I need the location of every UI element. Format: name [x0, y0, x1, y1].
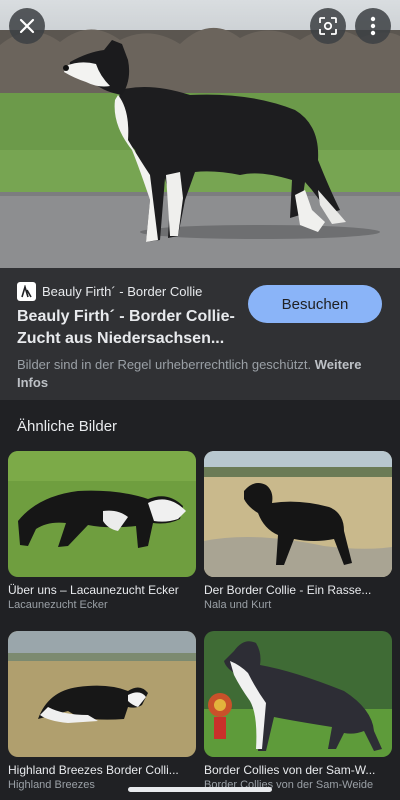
home-indicator[interactable]: [128, 787, 272, 792]
lens-icon: [319, 17, 337, 35]
main-image[interactable]: [0, 0, 400, 268]
close-icon: [19, 18, 35, 34]
lens-search-button[interactable]: [310, 8, 346, 44]
related-site: Lacaunezucht Ecker: [8, 599, 108, 611]
copyright-notice: Bilder sind in der Regel urheberrechtlic…: [17, 356, 383, 392]
related-thumbnail[interactable]: [8, 631, 196, 757]
related-image-card[interactable]: Der Border Collie - Ein Rasse... Nala un…: [204, 451, 392, 611]
source-name: Beauly Firth´ - Border Collie: [42, 284, 203, 299]
related-title: Der Border Collie - Ein Rasse...: [204, 583, 372, 597]
more-options-button[interactable]: [355, 8, 391, 44]
source-row[interactable]: Beauly Firth´ - Border Collie: [17, 282, 202, 301]
related-thumbnail[interactable]: [204, 451, 392, 577]
related-thumbnail[interactable]: [8, 451, 196, 577]
copyright-text: Bilder sind in der Regel urheberrechtlic…: [17, 357, 312, 372]
related-images-heading: Ähnliche Bilder: [17, 418, 118, 435]
result-info-panel: Beauly Firth´ - Border Collie Beauly Fir…: [0, 268, 400, 400]
page-title[interactable]: Beauly Firth´ - Border Collie-Zucht aus …: [17, 306, 237, 350]
site-favicon-icon: [17, 282, 36, 301]
related-image-card[interactable]: Border Collies von der Sam-W... Border C…: [204, 631, 392, 791]
related-image-card[interactable]: Highland Breezes Border Colli... Highlan…: [8, 631, 196, 791]
border-collie-photo: [0, 0, 400, 268]
related-title: Highland Breezes Border Colli...: [8, 763, 179, 777]
related-thumbnail[interactable]: [204, 631, 392, 757]
related-site: Nala und Kurt: [204, 599, 272, 611]
visit-button[interactable]: Besuchen: [248, 285, 382, 323]
close-button[interactable]: [9, 8, 45, 44]
more-vert-icon: [370, 16, 376, 36]
related-image-card[interactable]: Über uns – Lacaunezucht Ecker Lacaunezuc…: [8, 451, 196, 611]
related-title: Über uns – Lacaunezucht Ecker: [8, 583, 179, 597]
related-title: Border Collies von der Sam-W...: [204, 763, 376, 777]
